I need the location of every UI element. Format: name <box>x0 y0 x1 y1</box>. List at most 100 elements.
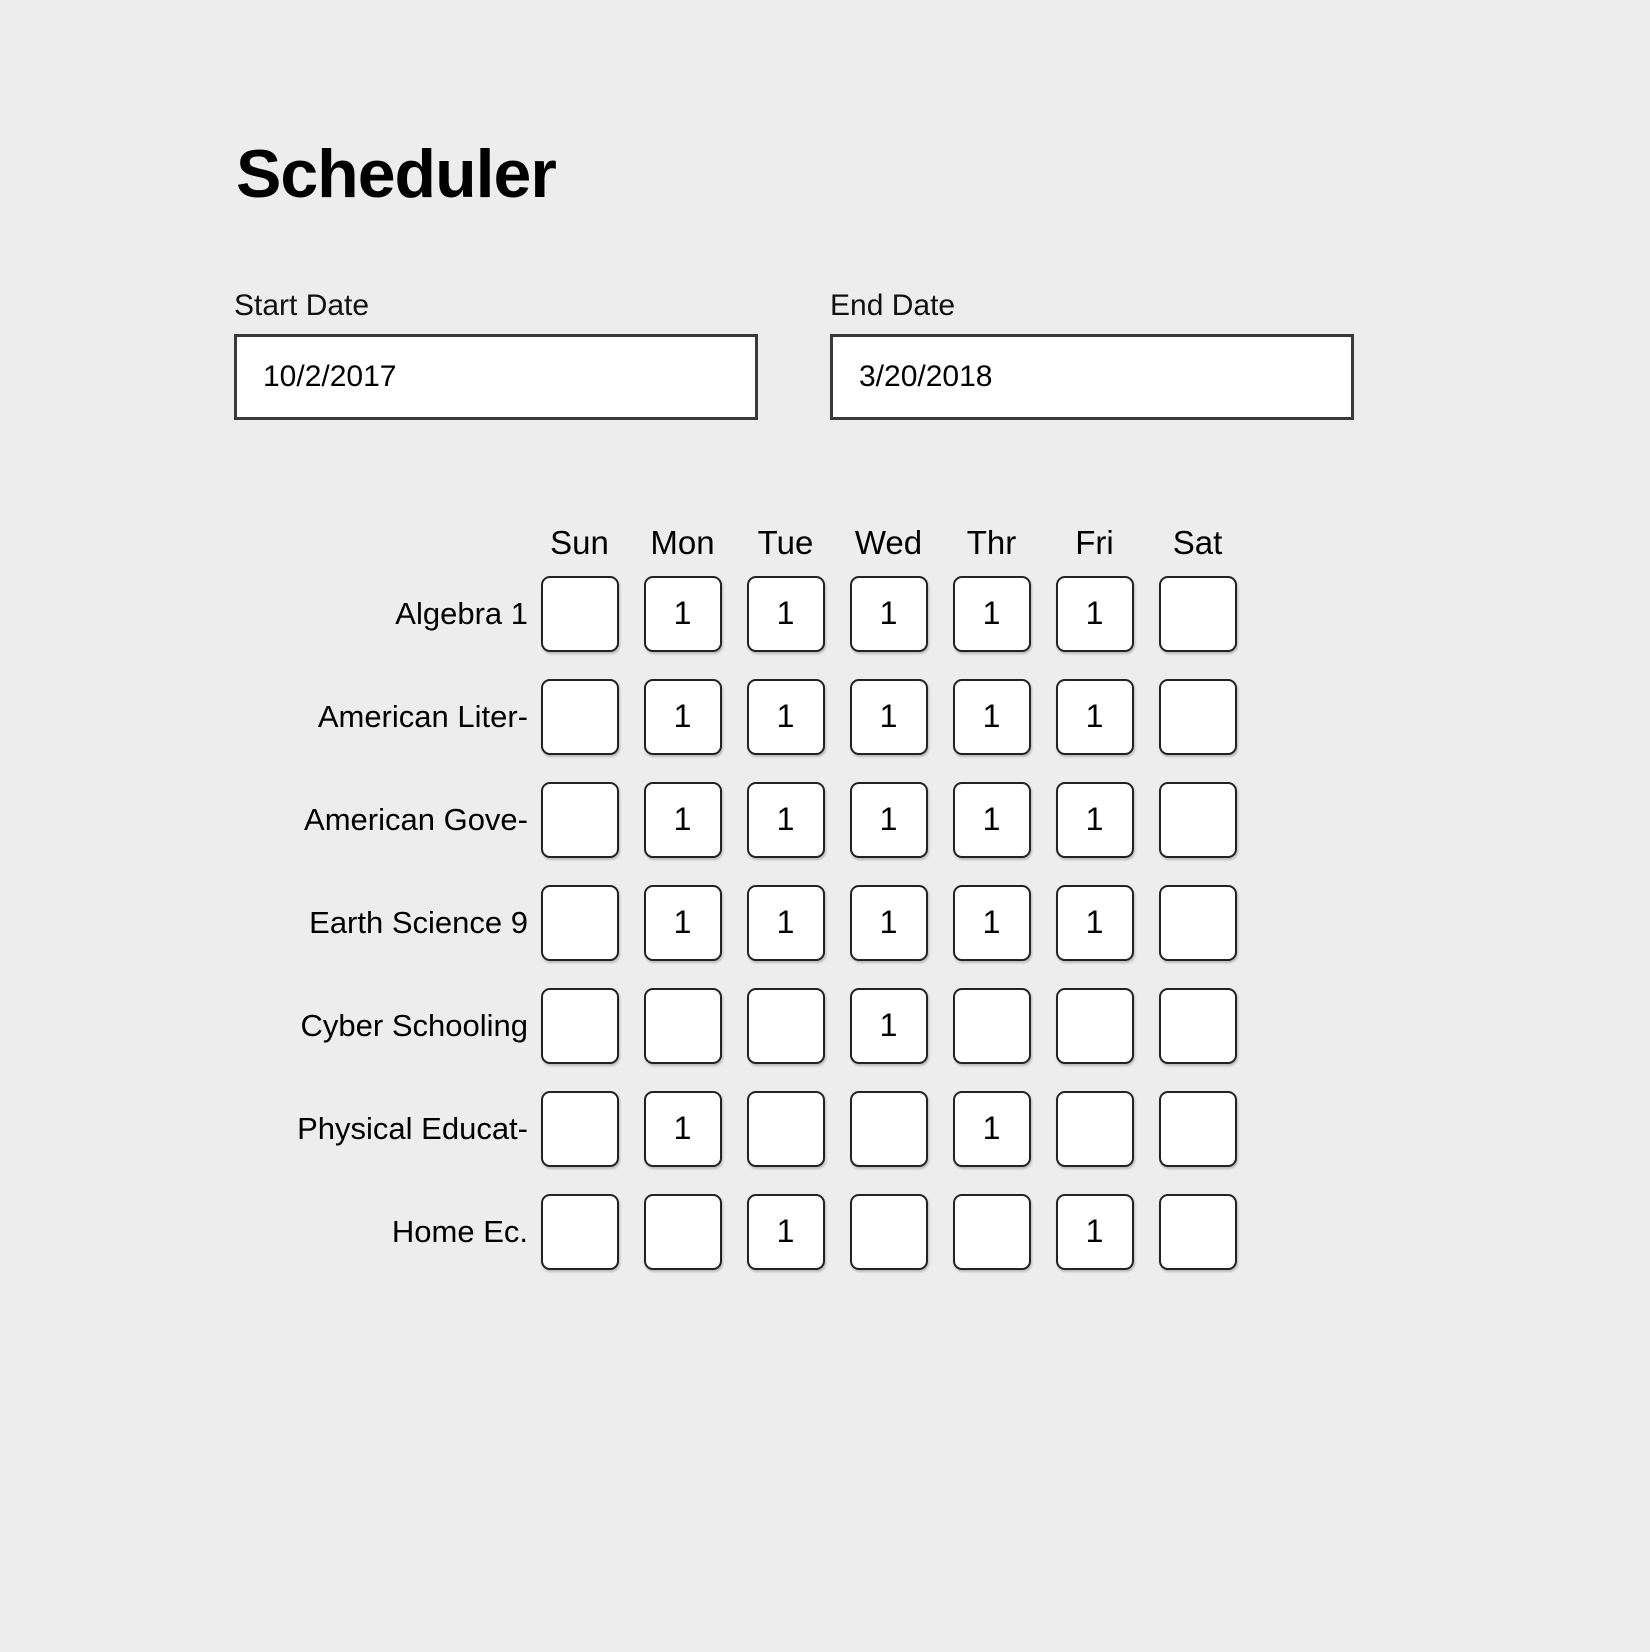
schedule-cell-wed[interactable]: 1 <box>849 987 928 1064</box>
day-cell-container <box>940 1180 1043 1283</box>
course-label: Earth Science 9 <box>309 904 528 940</box>
day-header-fri: Fri <box>1075 524 1114 561</box>
schedule-cell-wed[interactable]: 1 <box>849 575 928 652</box>
day-cell-container <box>734 1077 837 1180</box>
day-cell-container <box>528 1077 631 1180</box>
day-cell-container: 1 <box>1043 665 1146 768</box>
schedule-cell-mon[interactable]: 1 <box>643 678 722 755</box>
schedule-row: Cyber Schooling 1 <box>232 974 1249 1077</box>
schedule-cell-sat[interactable] <box>1158 987 1237 1064</box>
day-cell-container <box>837 1077 940 1180</box>
schedule-cell-thr[interactable]: 1 <box>952 678 1031 755</box>
schedule-cell-wed[interactable]: 1 <box>849 781 928 858</box>
schedule-cell-thr[interactable] <box>952 987 1031 1064</box>
schedule-cell-thr[interactable]: 1 <box>952 781 1031 858</box>
schedule-cell-sat[interactable] <box>1158 884 1237 961</box>
day-header-tue: Tue <box>757 524 814 561</box>
schedule-cell-tue[interactable] <box>746 1090 825 1167</box>
day-cell-container <box>1043 1077 1146 1180</box>
day-cell-container <box>837 1180 940 1283</box>
day-cell-container: 1 <box>631 665 734 768</box>
schedule-cell-sat[interactable] <box>1158 781 1237 858</box>
schedule-cell-sun[interactable] <box>540 781 619 858</box>
day-cell-container: 1 <box>837 974 940 1077</box>
day-cell-container: 1 <box>631 1077 734 1180</box>
schedule-cell-fri[interactable]: 1 <box>1055 678 1134 755</box>
start-date-label: Start Date <box>234 289 370 322</box>
day-cell-container: 1 <box>837 871 940 974</box>
day-cell-container <box>1146 871 1249 974</box>
course-label: American Liter- <box>317 698 528 734</box>
start-date-input[interactable]: 10/2/2017 <box>234 334 758 420</box>
day-cell-container <box>940 974 1043 1077</box>
day-cell-container: 1 <box>631 562 734 665</box>
day-cell-container: 1 <box>734 665 837 768</box>
schedule-cell-sat[interactable] <box>1158 1090 1237 1167</box>
schedule-cell-sat[interactable] <box>1158 575 1237 652</box>
day-cell-container <box>1146 665 1249 768</box>
day-cell-container <box>631 974 734 1077</box>
schedule-cell-tue[interactable]: 1 <box>746 575 825 652</box>
schedule-cell-mon[interactable] <box>643 987 722 1064</box>
day-cell-container: 1 <box>1043 871 1146 974</box>
schedule-cell-tue[interactable]: 1 <box>746 678 825 755</box>
day-header-sat: Sat <box>1172 524 1223 561</box>
schedule-cell-fri[interactable] <box>1055 1090 1134 1167</box>
day-cell-container: 1 <box>940 871 1043 974</box>
day-cell-container: 1 <box>1043 562 1146 665</box>
day-header-sun: Sun <box>550 524 609 561</box>
day-cell-container: 1 <box>734 768 837 871</box>
end-date-field-group: End Date 3/20/2018 <box>830 288 1354 420</box>
day-cell-container <box>528 562 631 665</box>
schedule-cell-wed[interactable]: 1 <box>849 678 928 755</box>
schedule-cell-tue[interactable] <box>746 987 825 1064</box>
day-cell-container <box>734 974 837 1077</box>
day-cell-container <box>1146 1180 1249 1283</box>
schedule-cell-mon[interactable] <box>643 1193 722 1270</box>
schedule-cell-fri[interactable]: 1 <box>1055 575 1134 652</box>
day-cell-container: 1 <box>631 768 734 871</box>
schedule-cell-wed[interactable] <box>849 1193 928 1270</box>
schedule-cell-sun[interactable] <box>540 1090 619 1167</box>
schedule-cell-mon[interactable]: 1 <box>643 781 722 858</box>
schedule-cell-tue[interactable]: 1 <box>746 1193 825 1270</box>
schedule-cell-wed[interactable] <box>849 1090 928 1167</box>
day-cell-container: 1 <box>734 1180 837 1283</box>
day-cell-container <box>528 1180 631 1283</box>
day-header-wed: Wed <box>854 524 923 561</box>
grid-corner <box>232 500 528 562</box>
schedule-table: Sun Mon Tue Wed Thr Fri Sat Algebra 1 1 1 1 1 1 Amer… <box>232 500 1249 1283</box>
day-cell-container <box>1146 562 1249 665</box>
schedule-cell-fri[interactable]: 1 <box>1055 884 1134 961</box>
day-cell-container: 1 <box>837 665 940 768</box>
day-cell-container <box>528 768 631 871</box>
schedule-cell-sun[interactable] <box>540 987 619 1064</box>
schedule-cell-tue[interactable]: 1 <box>746 781 825 858</box>
course-label: Home Ec. <box>391 1213 528 1249</box>
day-cell-container: 1 <box>1043 1180 1146 1283</box>
schedule-cell-sun[interactable] <box>540 1193 619 1270</box>
schedule-cell-fri[interactable]: 1 <box>1055 1193 1134 1270</box>
schedule-cell-thr[interactable] <box>952 1193 1031 1270</box>
day-cell-container: 1 <box>1043 768 1146 871</box>
end-date-input[interactable]: 3/20/2018 <box>830 334 1354 420</box>
schedule-cell-sat[interactable] <box>1158 1193 1237 1270</box>
schedule-cell-sun[interactable] <box>540 678 619 755</box>
day-header-row: Sun Mon Tue Wed Thr Fri Sat <box>232 500 1249 562</box>
schedule-cell-sun[interactable] <box>540 575 619 652</box>
schedule-cell-fri[interactable]: 1 <box>1055 781 1134 858</box>
schedule-cell-mon[interactable]: 1 <box>643 575 722 652</box>
schedule-cell-thr[interactable]: 1 <box>952 1090 1031 1167</box>
schedule-cell-sat[interactable] <box>1158 678 1237 755</box>
schedule-cell-wed[interactable]: 1 <box>849 884 928 961</box>
schedule-row: Algebra 111111 <box>232 562 1249 665</box>
schedule-cell-mon[interactable]: 1 <box>643 1090 722 1167</box>
day-header-mon: Mon <box>650 524 715 561</box>
schedule-cell-fri[interactable] <box>1055 987 1134 1064</box>
schedule-cell-thr[interactable]: 1 <box>952 884 1031 961</box>
schedule-cell-tue[interactable]: 1 <box>746 884 825 961</box>
schedule-cell-mon[interactable]: 1 <box>643 884 722 961</box>
schedule-cell-sun[interactable] <box>540 884 619 961</box>
day-cell-container <box>1043 974 1146 1077</box>
schedule-cell-thr[interactable]: 1 <box>952 575 1031 652</box>
